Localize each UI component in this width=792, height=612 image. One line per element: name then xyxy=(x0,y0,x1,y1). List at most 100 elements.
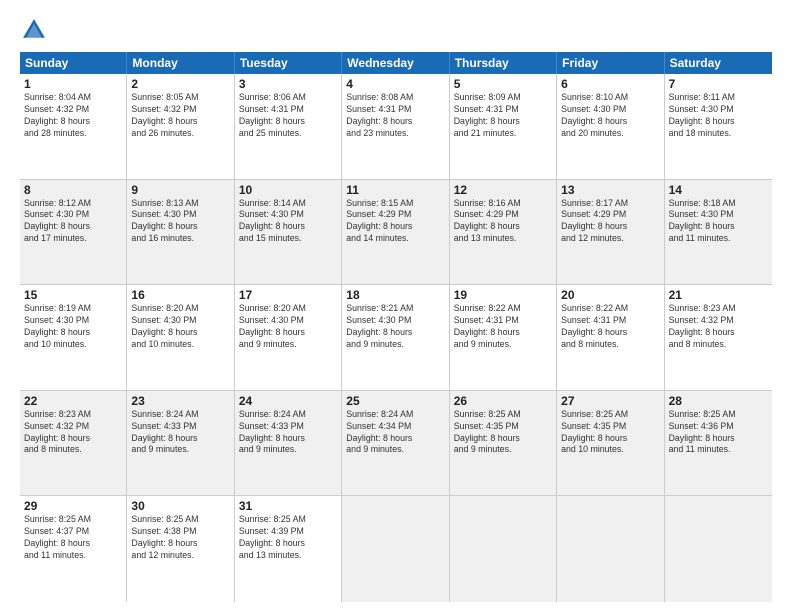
day-number: 13 xyxy=(561,183,659,197)
day-number: 21 xyxy=(669,288,768,302)
day-cell-5: 5Sunrise: 8:09 AM Sunset: 4:31 PM Daylig… xyxy=(450,74,557,179)
day-cell-6: 6Sunrise: 8:10 AM Sunset: 4:30 PM Daylig… xyxy=(557,74,664,179)
day-info: Sunrise: 8:20 AM Sunset: 4:30 PM Dayligh… xyxy=(131,303,229,351)
calendar: SundayMondayTuesdayWednesdayThursdayFrid… xyxy=(20,52,772,602)
logo-icon xyxy=(20,16,48,44)
day-number: 15 xyxy=(24,288,122,302)
day-number: 26 xyxy=(454,394,552,408)
day-info: Sunrise: 8:25 AM Sunset: 4:38 PM Dayligh… xyxy=(131,514,229,562)
day-info: Sunrise: 8:23 AM Sunset: 4:32 PM Dayligh… xyxy=(24,409,122,457)
day-cell-21: 21Sunrise: 8:23 AM Sunset: 4:32 PM Dayli… xyxy=(665,285,772,390)
header-day-monday: Monday xyxy=(127,52,234,74)
day-info: Sunrise: 8:24 AM Sunset: 4:33 PM Dayligh… xyxy=(239,409,337,457)
week-row-4: 22Sunrise: 8:23 AM Sunset: 4:32 PM Dayli… xyxy=(20,391,772,497)
day-number: 30 xyxy=(131,499,229,513)
day-number: 6 xyxy=(561,77,659,91)
header-day-saturday: Saturday xyxy=(665,52,772,74)
day-info: Sunrise: 8:16 AM Sunset: 4:29 PM Dayligh… xyxy=(454,198,552,246)
day-cell-15: 15Sunrise: 8:19 AM Sunset: 4:30 PM Dayli… xyxy=(20,285,127,390)
day-number: 20 xyxy=(561,288,659,302)
day-info: Sunrise: 8:25 AM Sunset: 4:39 PM Dayligh… xyxy=(239,514,337,562)
day-cell-16: 16Sunrise: 8:20 AM Sunset: 4:30 PM Dayli… xyxy=(127,285,234,390)
day-info: Sunrise: 8:25 AM Sunset: 4:37 PM Dayligh… xyxy=(24,514,122,562)
day-info: Sunrise: 8:21 AM Sunset: 4:30 PM Dayligh… xyxy=(346,303,444,351)
empty-cell xyxy=(342,496,449,602)
header-day-sunday: Sunday xyxy=(20,52,127,74)
day-info: Sunrise: 8:11 AM Sunset: 4:30 PM Dayligh… xyxy=(669,92,768,140)
day-cell-9: 9Sunrise: 8:13 AM Sunset: 4:30 PM Daylig… xyxy=(127,180,234,285)
day-cell-25: 25Sunrise: 8:24 AM Sunset: 4:34 PM Dayli… xyxy=(342,391,449,496)
day-cell-20: 20Sunrise: 8:22 AM Sunset: 4:31 PM Dayli… xyxy=(557,285,664,390)
day-number: 28 xyxy=(669,394,768,408)
day-cell-28: 28Sunrise: 8:25 AM Sunset: 4:36 PM Dayli… xyxy=(665,391,772,496)
day-number: 7 xyxy=(669,77,768,91)
header-day-wednesday: Wednesday xyxy=(342,52,449,74)
day-cell-14: 14Sunrise: 8:18 AM Sunset: 4:30 PM Dayli… xyxy=(665,180,772,285)
page: SundayMondayTuesdayWednesdayThursdayFrid… xyxy=(0,0,792,612)
day-cell-18: 18Sunrise: 8:21 AM Sunset: 4:30 PM Dayli… xyxy=(342,285,449,390)
day-info: Sunrise: 8:12 AM Sunset: 4:30 PM Dayligh… xyxy=(24,198,122,246)
day-info: Sunrise: 8:25 AM Sunset: 4:35 PM Dayligh… xyxy=(561,409,659,457)
day-info: Sunrise: 8:05 AM Sunset: 4:32 PM Dayligh… xyxy=(131,92,229,140)
day-cell-26: 26Sunrise: 8:25 AM Sunset: 4:35 PM Dayli… xyxy=(450,391,557,496)
day-info: Sunrise: 8:04 AM Sunset: 4:32 PM Dayligh… xyxy=(24,92,122,140)
day-number: 31 xyxy=(239,499,337,513)
day-cell-19: 19Sunrise: 8:22 AM Sunset: 4:31 PM Dayli… xyxy=(450,285,557,390)
day-number: 19 xyxy=(454,288,552,302)
day-number: 2 xyxy=(131,77,229,91)
day-info: Sunrise: 8:10 AM Sunset: 4:30 PM Dayligh… xyxy=(561,92,659,140)
day-info: Sunrise: 8:25 AM Sunset: 4:35 PM Dayligh… xyxy=(454,409,552,457)
day-number: 8 xyxy=(24,183,122,197)
day-number: 5 xyxy=(454,77,552,91)
day-number: 9 xyxy=(131,183,229,197)
day-cell-4: 4Sunrise: 8:08 AM Sunset: 4:31 PM Daylig… xyxy=(342,74,449,179)
day-info: Sunrise: 8:22 AM Sunset: 4:31 PM Dayligh… xyxy=(561,303,659,351)
day-cell-3: 3Sunrise: 8:06 AM Sunset: 4:31 PM Daylig… xyxy=(235,74,342,179)
day-info: Sunrise: 8:13 AM Sunset: 4:30 PM Dayligh… xyxy=(131,198,229,246)
day-info: Sunrise: 8:23 AM Sunset: 4:32 PM Dayligh… xyxy=(669,303,768,351)
day-info: Sunrise: 8:09 AM Sunset: 4:31 PM Dayligh… xyxy=(454,92,552,140)
day-info: Sunrise: 8:18 AM Sunset: 4:30 PM Dayligh… xyxy=(669,198,768,246)
day-info: Sunrise: 8:15 AM Sunset: 4:29 PM Dayligh… xyxy=(346,198,444,246)
day-info: Sunrise: 8:24 AM Sunset: 4:34 PM Dayligh… xyxy=(346,409,444,457)
day-cell-1: 1Sunrise: 8:04 AM Sunset: 4:32 PM Daylig… xyxy=(20,74,127,179)
day-cell-29: 29Sunrise: 8:25 AM Sunset: 4:37 PM Dayli… xyxy=(20,496,127,602)
calendar-body: 1Sunrise: 8:04 AM Sunset: 4:32 PM Daylig… xyxy=(20,74,772,602)
day-number: 29 xyxy=(24,499,122,513)
header xyxy=(20,16,772,44)
day-number: 27 xyxy=(561,394,659,408)
day-info: Sunrise: 8:06 AM Sunset: 4:31 PM Dayligh… xyxy=(239,92,337,140)
day-number: 3 xyxy=(239,77,337,91)
day-info: Sunrise: 8:17 AM Sunset: 4:29 PM Dayligh… xyxy=(561,198,659,246)
logo xyxy=(20,16,50,44)
week-row-3: 15Sunrise: 8:19 AM Sunset: 4:30 PM Dayli… xyxy=(20,285,772,391)
day-number: 23 xyxy=(131,394,229,408)
day-info: Sunrise: 8:22 AM Sunset: 4:31 PM Dayligh… xyxy=(454,303,552,351)
day-cell-27: 27Sunrise: 8:25 AM Sunset: 4:35 PM Dayli… xyxy=(557,391,664,496)
day-cell-10: 10Sunrise: 8:14 AM Sunset: 4:30 PM Dayli… xyxy=(235,180,342,285)
week-row-2: 8Sunrise: 8:12 AM Sunset: 4:30 PM Daylig… xyxy=(20,180,772,286)
day-cell-30: 30Sunrise: 8:25 AM Sunset: 4:38 PM Dayli… xyxy=(127,496,234,602)
empty-cell xyxy=(665,496,772,602)
day-cell-24: 24Sunrise: 8:24 AM Sunset: 4:33 PM Dayli… xyxy=(235,391,342,496)
calendar-header: SundayMondayTuesdayWednesdayThursdayFrid… xyxy=(20,52,772,74)
day-number: 10 xyxy=(239,183,337,197)
day-info: Sunrise: 8:24 AM Sunset: 4:33 PM Dayligh… xyxy=(131,409,229,457)
day-number: 1 xyxy=(24,77,122,91)
day-number: 17 xyxy=(239,288,337,302)
day-number: 25 xyxy=(346,394,444,408)
day-number: 4 xyxy=(346,77,444,91)
day-number: 18 xyxy=(346,288,444,302)
day-number: 24 xyxy=(239,394,337,408)
header-day-thursday: Thursday xyxy=(450,52,557,74)
day-number: 11 xyxy=(346,183,444,197)
day-cell-23: 23Sunrise: 8:24 AM Sunset: 4:33 PM Dayli… xyxy=(127,391,234,496)
day-info: Sunrise: 8:25 AM Sunset: 4:36 PM Dayligh… xyxy=(669,409,768,457)
day-cell-22: 22Sunrise: 8:23 AM Sunset: 4:32 PM Dayli… xyxy=(20,391,127,496)
day-info: Sunrise: 8:14 AM Sunset: 4:30 PM Dayligh… xyxy=(239,198,337,246)
empty-cell xyxy=(557,496,664,602)
day-info: Sunrise: 8:08 AM Sunset: 4:31 PM Dayligh… xyxy=(346,92,444,140)
day-number: 22 xyxy=(24,394,122,408)
day-number: 14 xyxy=(669,183,768,197)
day-info: Sunrise: 8:20 AM Sunset: 4:30 PM Dayligh… xyxy=(239,303,337,351)
